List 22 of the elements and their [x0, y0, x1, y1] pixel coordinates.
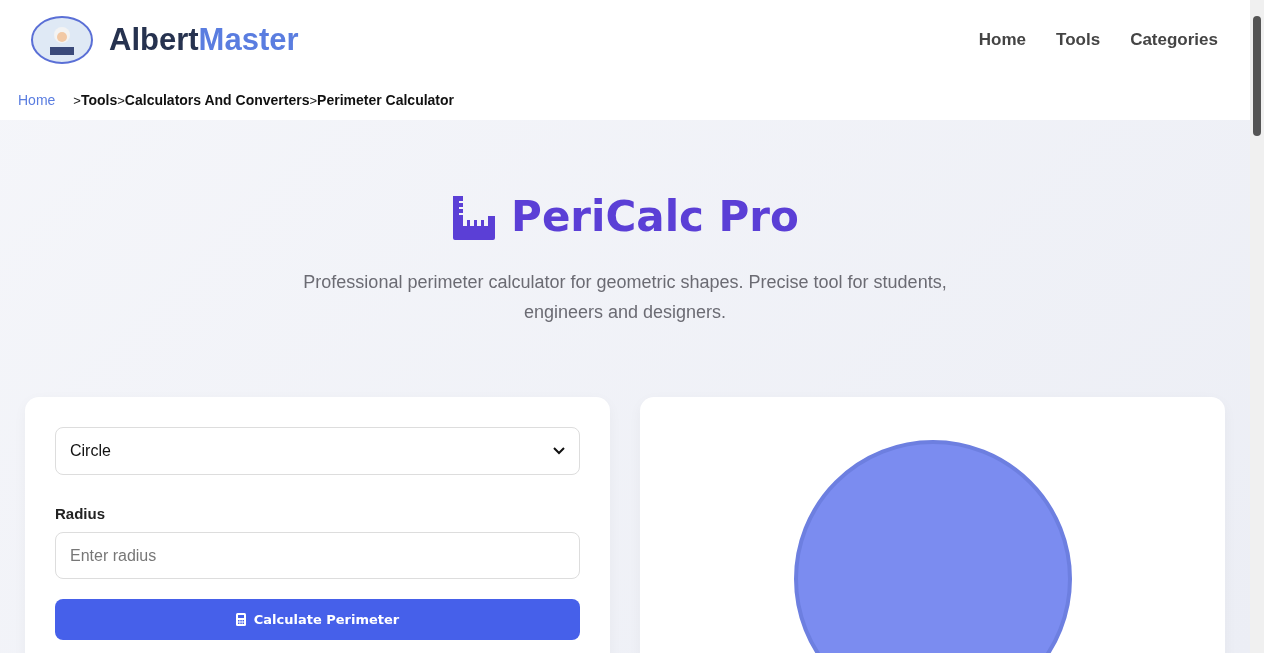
field-label: Radius	[55, 505, 106, 522]
chevron-down-icon	[553, 447, 565, 455]
breadcrumb-link[interactable]: Tools	[80, 92, 118, 108]
nav-link[interactable]: Tools	[1056, 30, 1101, 50]
breadcrumb-separator: >	[73, 92, 81, 108]
breadcrumb-separator: >	[309, 92, 318, 108]
page-subtitle: Professional perimeter calculator for geometric shapes. Precise tool for students, engineers and designers.	[302, 271, 948, 324]
calculator-icon	[235, 613, 246, 626]
logo-text[interactable]: AlbertMaster	[109, 22, 299, 58]
breadcrumb-link[interactable]: Home	[18, 92, 56, 108]
calculate-button[interactable]: Calculate Perimeter	[55, 599, 580, 640]
input-field[interactable]: Enter radius	[55, 532, 580, 579]
shape-select[interactable]: Circle	[55, 427, 580, 475]
nav-link[interactable]: Categories	[1130, 30, 1218, 50]
breadcrumb-link[interactable]: Calculators And Converters	[124, 92, 310, 108]
scrollbar-thumb[interactable]	[1253, 16, 1261, 136]
breadcrumb-link[interactable]: Perimeter Calculator	[317, 92, 455, 108]
page-title: PeriCalc Pro	[511, 192, 799, 241]
ruler-icon	[451, 193, 498, 240]
breadcrumb-separator: >	[117, 92, 125, 108]
logo-image	[30, 15, 94, 65]
nav-link[interactable]: Home	[978, 30, 1027, 50]
